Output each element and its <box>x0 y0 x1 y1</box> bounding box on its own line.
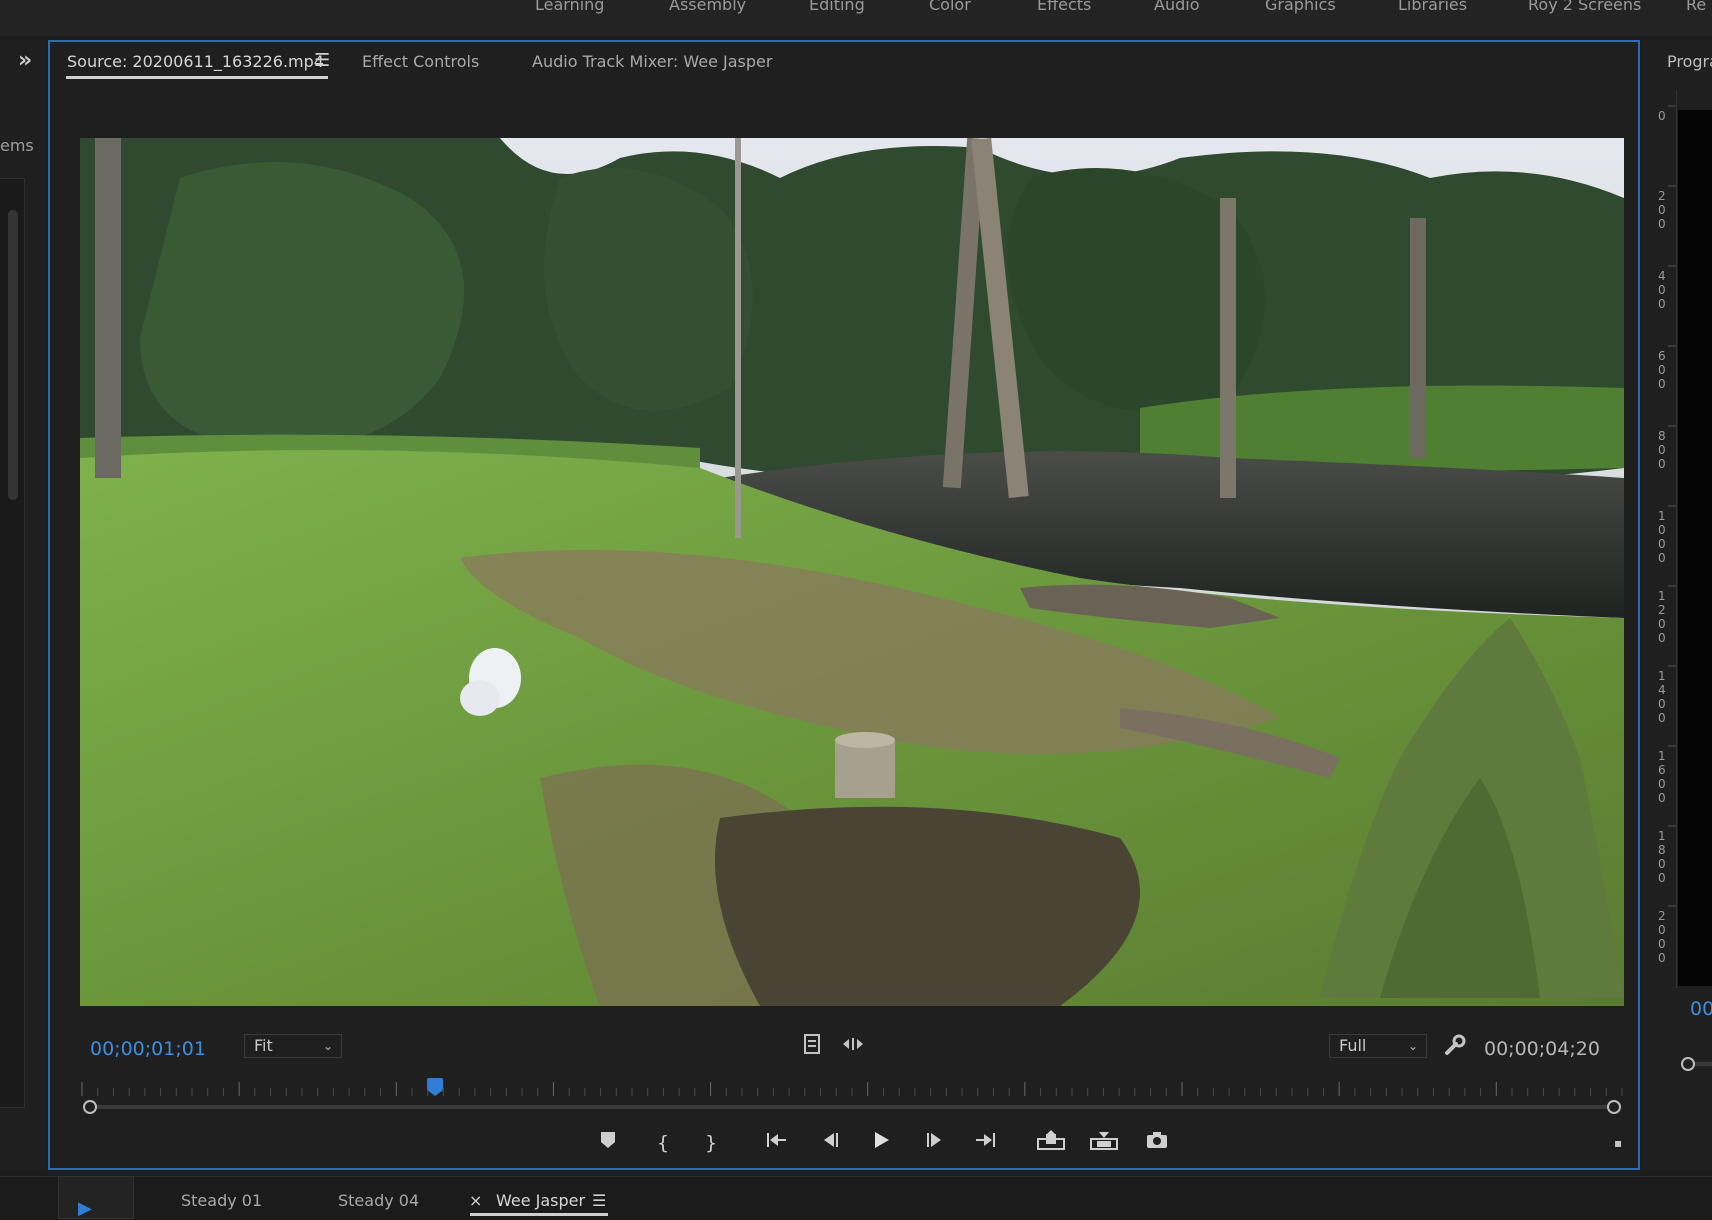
tab-wee-jasper[interactable]: Wee Jasper <box>496 1191 585 1210</box>
insert-button[interactable] <box>1033 1130 1069 1156</box>
program-zoom-handle[interactable] <box>1678 1054 1712 1074</box>
program-ruler-label: 0 <box>1658 109 1666 123</box>
tab-audio-track-mixer[interactable]: Audio Track Mixer: Wee Jasper <box>532 52 772 71</box>
program-vertical-ruler: 0 2 0 0 4 0 0 6 0 0 8 0 0 1 0 0 0 1 2 0 0 1 4 0 0 1 6 0 0 1 8 0 0 2 0 0 0 <box>1652 90 1677 988</box>
program-ruler-labels: 0 2 0 0 4 0 0 6 0 0 8 0 0 1 0 0 0 1 2 0 0 1 4 0 0 1 6 0 0 1 8 0 0 2 0 0 0 <box>1658 105 1676 965</box>
project-list-scrollbar[interactable] <box>8 210 18 500</box>
playhead-marker[interactable] <box>427 1078 444 1096</box>
program-ruler-label: 1600 <box>1658 749 1666 805</box>
timeline-menu-icon[interactable]: ☰ <box>592 1191 606 1210</box>
tab-source[interactable]: Source: 20200611_163226.mp4 <box>67 52 324 71</box>
close-tab-icon[interactable]: × <box>469 1191 482 1210</box>
workspace-learning[interactable]: Learning <box>535 0 604 14</box>
workspace-bar: Learning Assembly Editing Color Effects … <box>0 0 1712 36</box>
zoom-level-select[interactable]: Fit ⌄ <box>244 1034 342 1058</box>
overwrite-button[interactable] <box>1086 1130 1122 1156</box>
program-ruler-label: 1200 <box>1658 589 1666 645</box>
time-ruler[interactable] <box>80 1076 1624 1098</box>
workspace-graphics[interactable]: Graphics <box>1265 0 1336 14</box>
project-panel-partial-label: ems <box>0 136 34 155</box>
tab-steady-01[interactable]: Steady 01 <box>181 1191 262 1210</box>
chevron-down-icon: ⌄ <box>1407 1039 1418 1053</box>
wrench-settings-icon[interactable] <box>1444 1034 1466 1061</box>
button-editor-icon[interactable]: ▪ <box>1614 1136 1622 1150</box>
selection-tool-icon[interactable]: ▶ <box>78 1198 92 1219</box>
program-ruler-label: 800 <box>1658 429 1666 471</box>
safe-margins-icon[interactable] <box>803 1034 821 1059</box>
current-timecode[interactable]: 00;00;01;01 <box>90 1038 206 1060</box>
chevron-down-icon: ⌄ <box>322 1039 333 1053</box>
program-ruler-label: 400 <box>1658 269 1666 311</box>
zoom-level-value: Fit <box>254 1036 273 1055</box>
program-ruler-label: 600 <box>1658 349 1666 391</box>
workspace-overflow[interactable]: Re <box>1686 0 1706 14</box>
video-scene <box>80 138 1624 1006</box>
add-marker-button[interactable] <box>590 1130 626 1156</box>
workspace-editing[interactable]: Editing <box>809 0 865 14</box>
video-preview[interactable] <box>80 138 1624 1006</box>
tab-effect-controls[interactable]: Effect Controls <box>362 52 479 71</box>
tab-program[interactable]: Progra <box>1667 52 1712 71</box>
zoom-bar-left-handle[interactable] <box>83 1100 97 1114</box>
timeline-tools-panel <box>58 1176 134 1219</box>
playback-resolution-value: Full <box>1339 1036 1367 1055</box>
workspace-roy-2-screens[interactable]: Roy 2 Screens <box>1528 0 1641 14</box>
playback-resolution-select[interactable]: Full ⌄ <box>1329 1034 1427 1058</box>
drag-video-audio-icon[interactable] <box>841 1034 865 1059</box>
go-to-out-button[interactable] <box>967 1130 1003 1156</box>
panel-menu-icon[interactable]: ☰ <box>314 50 330 71</box>
clip-duration-timecode: 00;00;04;20 <box>1484 1038 1600 1060</box>
workspace-libraries[interactable]: Libraries <box>1398 0 1467 14</box>
program-ruler-label: 1400 <box>1658 669 1666 725</box>
program-ruler-label: 1000 <box>1658 509 1666 565</box>
export-frame-camera-icon[interactable] <box>1139 1130 1175 1156</box>
play-button[interactable] <box>863 1130 899 1156</box>
mark-in-button[interactable]: { <box>645 1130 681 1156</box>
program-timecode[interactable]: 00 <box>1690 998 1712 1020</box>
workspace-effects[interactable]: Effects <box>1037 0 1091 14</box>
program-ruler-label: 1800 <box>1658 829 1666 885</box>
workspace-audio[interactable]: Audio <box>1154 0 1199 14</box>
active-tab-indicator <box>66 76 328 79</box>
zoom-scroll-bar[interactable] <box>80 1099 1624 1115</box>
step-back-button[interactable] <box>812 1130 848 1156</box>
tab-steady-04[interactable]: Steady 04 <box>338 1191 419 1210</box>
active-timeline-tab-indicator <box>470 1213 608 1216</box>
go-to-in-button[interactable] <box>759 1130 795 1156</box>
program-ruler-label: 200 <box>1658 189 1666 231</box>
expand-panels-icon[interactable]: » <box>18 48 32 73</box>
program-ruler-label: 2000 <box>1658 909 1666 965</box>
step-forward-button[interactable] <box>917 1130 953 1156</box>
zoom-bar-right-handle[interactable] <box>1607 1100 1621 1114</box>
workspace-color[interactable]: Color <box>929 0 971 14</box>
workspace-assembly[interactable]: Assembly <box>669 0 746 14</box>
program-video-preview[interactable] <box>1678 110 1712 986</box>
mark-out-button[interactable]: } <box>693 1130 729 1156</box>
ruler-ticks <box>81 1082 1623 1096</box>
